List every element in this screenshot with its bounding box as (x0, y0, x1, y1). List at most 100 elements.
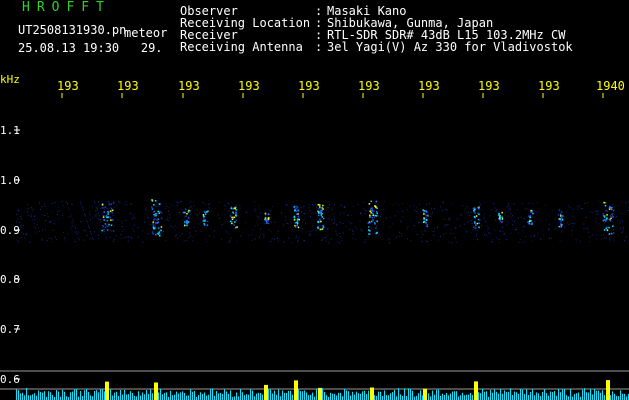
noise-pixel (304, 213, 306, 214)
noise-pixel (287, 222, 289, 224)
power-bar (558, 388, 559, 400)
noise-pixel (339, 221, 341, 223)
echo-pixel (530, 211, 532, 214)
power-bar (382, 395, 383, 400)
power-bar (18, 390, 19, 400)
noise-pixel (622, 227, 624, 229)
power-bar (594, 388, 595, 400)
noise-pixel (466, 221, 468, 223)
noise-pixel (377, 215, 379, 217)
noise-pixel (82, 207, 83, 209)
noise-pixel (429, 203, 431, 205)
echo-pixel (322, 204, 324, 207)
noise-pixel (349, 221, 351, 223)
noise-pixel (168, 210, 169, 212)
echo-pixel (372, 219, 374, 221)
noise-pixel (589, 241, 591, 243)
echo-pixel (611, 233, 613, 235)
echo-pixel (229, 220, 232, 223)
noise-pixel (587, 228, 589, 230)
noise-pixel (52, 229, 54, 231)
echo-pixel (185, 215, 187, 217)
echo-pixel (230, 207, 233, 209)
echo-pixel (264, 213, 267, 216)
noise-pixel (67, 203, 68, 205)
noise-pixel (76, 233, 78, 235)
power-bar (612, 391, 613, 400)
power-bar (524, 394, 525, 400)
noise-pixel (133, 216, 135, 218)
noise-pixel (414, 210, 416, 212)
noise-pixel (105, 225, 107, 227)
power-bar (564, 389, 565, 400)
noise-pixel (421, 221, 423, 223)
noise-pixel (42, 229, 44, 231)
noise-pixel (573, 223, 575, 224)
noise-pixel (189, 232, 191, 234)
noise-pixel (357, 203, 359, 205)
power-bar (514, 391, 515, 400)
noise-pixel (257, 216, 259, 217)
echo-pixel (609, 206, 611, 208)
noise-pixel (89, 211, 90, 213)
power-bar (146, 390, 147, 400)
echo-pixel (528, 223, 530, 225)
noise-pixel (352, 205, 354, 207)
echo-pixel (532, 212, 534, 215)
noise-pixel (97, 234, 99, 236)
power-bar (72, 391, 73, 400)
noise-pixel (62, 231, 64, 233)
power-bar (358, 393, 359, 400)
noise-pixel (448, 241, 450, 243)
echo-pixel (560, 215, 562, 217)
noise-pixel (49, 221, 51, 223)
noise-pixel (416, 211, 418, 213)
noise-pixel (551, 237, 553, 239)
noise-pixel (469, 220, 471, 222)
echo-pixel (187, 211, 190, 213)
noise-pixel (16, 214, 18, 215)
echo-pixel (477, 212, 479, 214)
noise-pixel (481, 225, 482, 227)
echo-pixel (267, 222, 270, 225)
noise-pixel (72, 221, 74, 223)
noise-pixel (416, 206, 418, 208)
power-peak (154, 382, 158, 400)
noise-pixel (446, 209, 448, 211)
power-bar (538, 393, 539, 400)
power-bar (326, 395, 327, 400)
power-bar (124, 389, 125, 400)
noise-pixel (401, 220, 403, 222)
noise-pixel (328, 242, 330, 244)
echo-pixel (188, 209, 191, 212)
noise-pixel (327, 235, 329, 237)
noise-pixel (166, 205, 168, 207)
noise-pixel (426, 204, 428, 205)
noise-pixel (486, 234, 488, 236)
noise-pixel (200, 225, 202, 227)
power-bar (180, 392, 181, 400)
noise-pixel (179, 235, 181, 237)
echo-pixel (369, 214, 371, 217)
noise-pixel (213, 236, 215, 238)
noise-pixel (189, 227, 190, 229)
noise-pixel (156, 201, 158, 203)
noise-pixel (78, 231, 80, 233)
power-peak (606, 380, 610, 400)
noise-pixel (80, 221, 82, 223)
noise-pixel (190, 206, 192, 207)
noise-pixel (129, 203, 131, 205)
power-bar (386, 395, 387, 400)
noise-pixel (155, 206, 157, 208)
noise-pixel (229, 208, 231, 210)
noise-pixel (173, 226, 175, 228)
noise-pixel (277, 240, 279, 242)
noise-pixel (304, 240, 305, 242)
power-bar (554, 391, 555, 400)
noise-pixel (36, 224, 38, 225)
power-bar (20, 393, 21, 400)
echo-pixel (368, 233, 370, 235)
noise-pixel (460, 214, 462, 216)
noise-pixel (504, 215, 506, 217)
noise-pixel (137, 236, 139, 238)
